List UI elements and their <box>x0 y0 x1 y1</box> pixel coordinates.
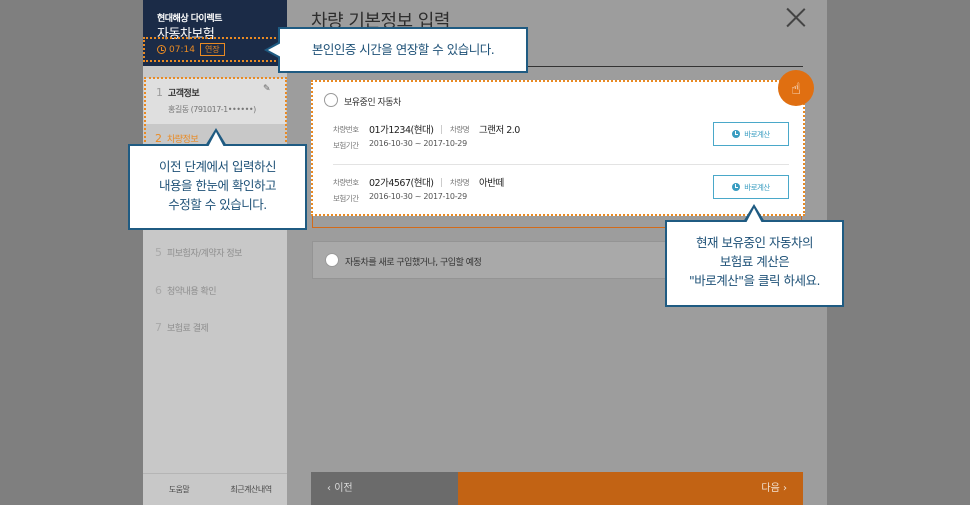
period-value: 2016-10-30 ~ 2017-10-29 <box>369 192 467 201</box>
car-row: 차량번호 01가1234(현대) 차량명 그랜저 2.0 보험기간 2016-1… <box>333 122 789 170</box>
step-item-review[interactable]: 6 청약내용 확인 <box>155 284 299 297</box>
step-label: 청약내용 확인 <box>167 287 217 297</box>
model-key: 차량명 <box>450 125 470 134</box>
field-separator <box>441 125 442 134</box>
close-icon[interactable] <box>784 6 808 30</box>
period-key: 보험기간 <box>333 194 359 203</box>
plate-value: 01가1234(현대) <box>369 125 434 136</box>
owned-car-label: 보유중인 자동차 <box>344 98 401 108</box>
step-number: 7 <box>155 321 162 334</box>
field-separator <box>441 178 442 187</box>
car-divider <box>333 164 789 165</box>
car-row: 차량번호 02가4567(현대) 차량명 아반떼 보험기간 2016-10-30… <box>333 175 789 223</box>
period-key: 보험기간 <box>333 141 359 150</box>
step-label: 피보험자/계약자 정보 <box>167 249 242 259</box>
calc-button[interactable]: 바로계산 <box>713 175 789 199</box>
tooltip-line: 현재 보유중인 자동차의 <box>696 235 813 250</box>
step-item-insured[interactable]: 5 피보험자/계약자 정보 <box>155 246 299 259</box>
model-value: 아반떼 <box>479 178 504 189</box>
next-label: 다음 <box>761 483 780 494</box>
plate-key: 차량번호 <box>333 178 359 187</box>
plate-key: 차량번호 <box>333 125 359 134</box>
step-number: 5 <box>155 246 162 259</box>
model-key: 차량명 <box>450 178 470 187</box>
period-value: 2016-10-30 ~ 2017-10-29 <box>369 139 467 148</box>
tooltip-line: 보험료 계산은 <box>719 254 790 269</box>
new-car-label: 자동차를 새로 구입했거나, 구입할 예정 <box>345 258 482 268</box>
step-number: 6 <box>155 284 162 297</box>
plate-value: 02가4567(현대) <box>369 178 434 189</box>
edit-tooltip: 이전 단계에서 입력하신 내용을 한눈에 확인하고 수정할 수 있습니다. <box>128 128 307 230</box>
calc-label: 바로계산 <box>744 129 770 139</box>
calc-tooltip: 현재 보유중인 자동차의 보험료 계산은 "바로계산"을 클릭 하세요. <box>665 204 844 307</box>
tooltip-line: 이전 단계에서 입력하신 <box>159 159 276 174</box>
tooltip-text: 본인인증 시간을 연장할 수 있습니다. <box>311 42 495 57</box>
model-value: 그랜저 2.0 <box>479 125 520 136</box>
tooltip-line: 내용을 한눈에 확인하고 <box>159 178 276 193</box>
sidebar-footer: 도움말 최근계산내역 <box>143 473 287 505</box>
new-car-radio[interactable] <box>325 253 339 267</box>
next-button[interactable]: 다음 › <box>458 472 803 505</box>
step-label: 보험료 결제 <box>167 324 209 334</box>
tooltip-line: 수정할 수 있습니다. <box>168 197 267 212</box>
clock-icon <box>732 183 741 191</box>
clock-icon <box>732 130 741 138</box>
prev-label: 이전 <box>334 483 353 494</box>
owned-car-card: 보유중인 자동차 차량번호 01가1234(현대) 차량명 그랜저 2.0 보험… <box>311 80 805 216</box>
footer-nav: ‹ 이전 다음 › <box>311 472 803 505</box>
recent-calc-link[interactable]: 최근계산내역 <box>215 474 287 505</box>
step-item-payment[interactable]: 7 보험료 결제 <box>155 321 299 334</box>
timer-tooltip: 본인인증 시간을 연장할 수 있습니다. <box>264 27 528 73</box>
sidebar: 현대해상 다이렉트 자동차보험 07:14 연장 1 고객정보 홍길동 (7910… <box>143 0 287 505</box>
prev-button[interactable]: ‹ 이전 <box>311 472 458 505</box>
calc-button[interactable]: 바로계산 <box>713 122 789 146</box>
calc-label: 바로계산 <box>744 182 770 192</box>
help-link[interactable]: 도움말 <box>143 474 215 505</box>
tooltip-line: "바로계산"을 클릭 하세요. <box>689 273 820 288</box>
hand-pointer-icon: ☝ <box>778 70 814 106</box>
owned-car-radio[interactable] <box>324 93 338 107</box>
